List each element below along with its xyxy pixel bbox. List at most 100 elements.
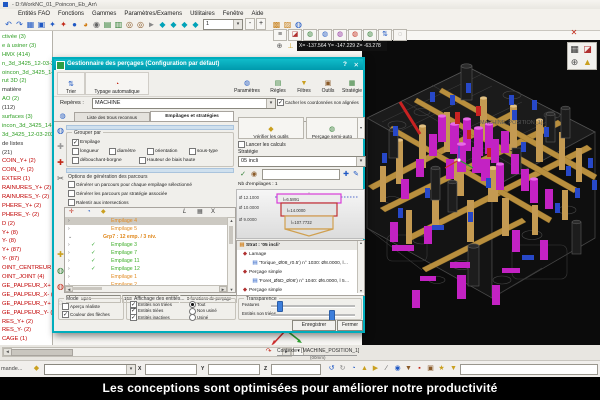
tree-item[interactable]: (112) [0,104,52,113]
camera-icon[interactable]: ◉ [91,19,102,30]
cut-icon[interactable]: ✂ [55,173,66,184]
view-zoom-icon[interactable]: ◌ [393,29,407,41]
expander-icon[interactable]: › [68,225,70,233]
command-combo[interactable]: ▾ [44,364,136,375]
save-button[interactable]: Enregistrer [292,320,336,331]
origin-icon[interactable]: ⊕ [274,41,285,52]
doc-list-icon[interactable]: ▤ [102,19,113,30]
tools-button[interactable]: ▣ Outils [317,72,339,93]
tree-item[interactable]: de listes [0,140,52,149]
simulate-blue-icon[interactable]: ✦ [47,19,58,30]
origin-icon[interactable]: ⊕ [568,56,581,69]
slow-intersections-checkbox[interactable] [68,199,75,206]
add-icon[interactable]: ✚ [341,169,351,180]
view-swap-icon[interactable]: ⇅ [378,29,392,41]
view-right-icon[interactable]: ◍ [363,29,377,41]
tree-item[interactable]: Y+ (87) [0,246,52,255]
box-icon[interactable]: ▣ [425,363,436,374]
tree-item[interactable]: GE_PALPEUR_Y+ (1) [0,300,52,309]
tree-item[interactable]: COIN_Y- (2) [0,166,52,175]
rotate-cw-icon[interactable]: ↻ [337,363,348,374]
undo-icon[interactable]: ↶ [3,19,14,30]
view-top-icon[interactable]: ◍ [303,29,317,41]
length-checkbox[interactable] [72,148,79,155]
arrow-color-checkbox[interactable] [62,311,69,318]
horizontal-scrollbar[interactable]: ◄ ► [2,347,292,357]
gen-by-strategy-checkbox[interactable] [68,190,75,197]
strategy-tree-row[interactable]: ▦Strat : '05 incli' [237,241,357,250]
rotate-ccw-icon[interactable]: ↺ [326,363,337,374]
context-refresh-icon[interactable]: ↷ [264,346,273,357]
tree-item[interactable]: 3d_3425_12-03-2024 [0,131,52,140]
tree-item[interactable]: PHERE_Y- (2) [0,211,52,220]
x-field[interactable] [145,364,197,375]
tree-item[interactable]: e à usiner (3) [0,42,52,51]
stack-row[interactable]: ›✓Empilage 3 [65,241,227,249]
view-left-icon[interactable]: ◍ [348,29,362,41]
features-slider-thumb[interactable] [277,301,283,312]
stack-row[interactable]: ›Empilage 1 [65,273,227,281]
expander-icon[interactable]: › [68,257,70,265]
strategy-v-scrollbar[interactable]: ▲ ▼ [357,241,364,293]
semi-auto-drilling-button[interactable]: ◍ Perçage semi-auto [306,117,358,139]
menu-gammes[interactable]: Gammes [92,11,116,17]
tree-item[interactable]: RAINURES_Y+ (2) [0,184,52,193]
table-column-icon[interactable]: ▦ [197,208,203,217]
expander-icon[interactable]: › [68,217,70,225]
filter-icon[interactable]: ▼ [448,363,459,374]
tree-item[interactable]: Y+ (8) [0,229,52,238]
menu-parametres[interactable]: Paramètres/Examens [124,11,182,17]
zoom-in-button[interactable]: + [256,18,266,30]
close-button[interactable]: Fermer [337,320,363,331]
window-open-icon[interactable]: ▨ [282,19,293,30]
angle-icon[interactable]: ▲ [359,363,370,374]
time-column-icon[interactable]: ◔ [87,208,91,217]
left-tree-panel[interactable]: ctivée (3)e à usiner (3)HMX (414)n_3d_34… [0,31,53,345]
expander-icon[interactable]: › [68,249,70,257]
menu-fonctions[interactable]: Fonctions [58,11,84,17]
viewport-layout-icon[interactable]: ▣ [36,19,47,30]
tree-item[interactable]: incon_3d_3425_14-03-2024 [0,122,52,131]
simulate-red-icon[interactable]: ✦ [58,19,69,30]
chevron-down-icon[interactable]: ▾ [126,365,135,374]
through-blind-checkbox[interactable] [72,157,79,164]
menu-entites-fao[interactable]: Entités FAO [18,11,50,17]
tree-item[interactable]: AO (2) [0,95,52,104]
star-icon[interactable]: ★ [436,363,447,374]
gen-per-stack-checkbox[interactable] [68,181,75,188]
tree-item[interactable]: (21) [0,149,52,158]
reference-combo[interactable]: MACHINE▾ [92,98,276,109]
apply-strategy-icon[interactable]: ✓ [238,169,248,180]
auto-typing-button[interactable]: ◔ Typage automatique [85,72,149,95]
tree-item[interactable]: n_3d_3425_12-03-2024 (32 [0,60,52,69]
slash-icon[interactable]: ∕ [381,363,392,374]
length-column-icon[interactable]: L [183,208,186,217]
view-menu-icon[interactable]: ≡ [273,29,287,41]
features-slider[interactable] [271,305,355,308]
strategy-name-field[interactable] [262,169,340,180]
tree-item[interactable]: oincon_3d_3425_14-03-202 [0,69,52,78]
zoom-combo[interactable]: 1▾ [203,19,243,30]
menu-fenetre[interactable]: Fenêtre [223,11,244,17]
tree-item[interactable]: CAGE (1) [0,335,52,344]
inactive-entities-checkbox[interactable] [130,314,137,321]
splitter-bar[interactable] [66,168,234,173]
tree-item[interactable]: OINT_CENTREUR (4) [0,264,52,273]
stack-row[interactable]: ⌄Grp7 : 12 emp. / 3 niv. [65,233,227,241]
zoom-out-button[interactable]: - [245,18,255,30]
nav-left-icon[interactable]: ◆ [157,19,168,30]
tree-item[interactable]: RES_Y+ (2) [0,318,52,327]
strategy-tree-row[interactable]: ◆Perçage simple [237,286,357,295]
tools-red-icon[interactable]: ✚ [55,157,66,168]
sort-button[interactable]: ⇅ Trier [57,72,85,95]
chevron-down-icon[interactable]: ▾ [266,99,275,108]
stacks-v-scrollbar[interactable]: ▲ ▼ [227,217,235,293]
cancel-operation-icon[interactable]: ✕ [569,28,579,38]
window-new-icon[interactable]: ▩ [271,19,282,30]
axis-icon[interactable]: ⊥ [285,41,296,52]
scroll-up-icon[interactable]: ▲ [228,218,235,223]
view-iso-icon[interactable]: ◪ [288,29,302,41]
parameters-button[interactable]: ◍ Paramètres [231,72,263,93]
zoom-window-icon[interactable]: ◎ [124,19,135,30]
expander-icon[interactable]: › [68,241,70,249]
